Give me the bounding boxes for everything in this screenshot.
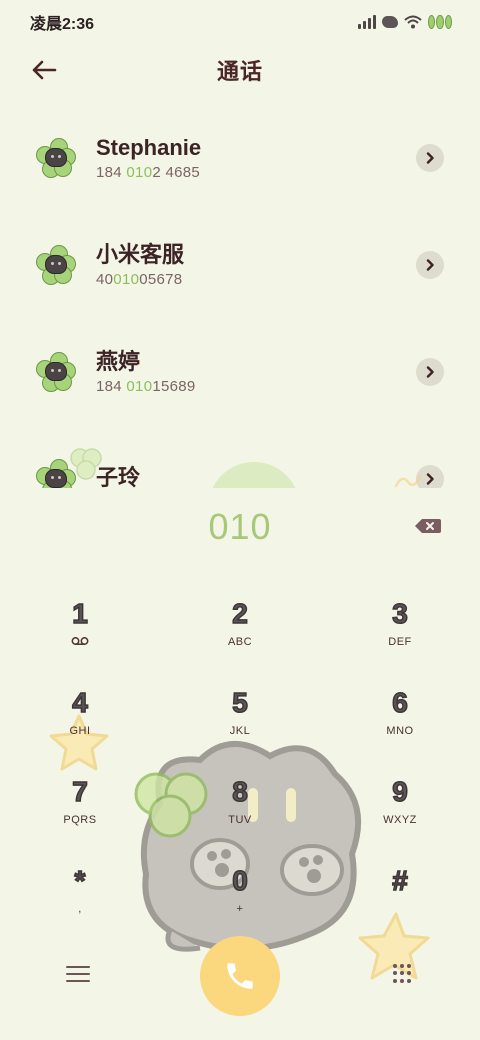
phone-icon: [227, 963, 253, 989]
number-match-highlight: 010: [126, 164, 153, 181]
number-match-highlight: 010: [113, 271, 140, 288]
contact-row[interactable]: 小米客服 4001005678: [0, 211, 480, 318]
voicemail-icon: [71, 637, 89, 645]
dial-panel: 010 1 2 ABC 3 DEF 4 GHI 5 JKL 6 MNO 7 PQ…: [0, 488, 480, 1040]
avatar: [36, 137, 76, 178]
signal-icon: [358, 15, 376, 29]
hamburger-icon: [66, 966, 90, 982]
key-0[interactable]: 0 +: [160, 857, 320, 946]
blob-icon: [382, 16, 398, 28]
chevron-right-icon: [426, 151, 434, 164]
key-hash[interactable]: #: [320, 857, 480, 946]
key-7[interactable]: 7 PQRS: [0, 768, 160, 857]
contact-row[interactable]: Stephanie 184 0102 4685: [0, 104, 480, 211]
backspace-button[interactable]: [414, 516, 442, 536]
key-star[interactable]: * ,: [0, 857, 160, 946]
key-3[interactable]: 3 DEF: [320, 590, 480, 679]
backspace-icon: [415, 519, 441, 533]
keypad: 1 2 ABC 3 DEF 4 GHI 5 JKL 6 MNO 7 PQRS 8…: [0, 590, 480, 946]
contact-info: Stephanie 184 0102 4685: [96, 134, 416, 181]
contact-name: Stephanie: [96, 135, 202, 160]
clover-battery-icon: [428, 15, 452, 29]
clover-decoration-icon: [70, 448, 102, 480]
contact-detail-button[interactable]: [416, 143, 444, 172]
contact-name: 燕婷: [96, 349, 141, 374]
chevron-right-icon: [426, 472, 434, 485]
contact-list[interactable]: Stephanie 184 0102 4685 小米客服 4001005678 …: [0, 104, 480, 488]
contact-name: 小米客服: [96, 242, 185, 267]
back-button[interactable]: [26, 54, 62, 86]
contact-number: 184 0102 4685: [96, 164, 201, 181]
avatar: [36, 244, 76, 285]
call-button[interactable]: [200, 936, 280, 1016]
key-1[interactable]: 1: [0, 590, 160, 679]
key-9[interactable]: 9 WXYZ: [320, 768, 480, 857]
number-match-highlight: 010: [126, 378, 153, 395]
dialed-number-display[interactable]: 010: [0, 506, 480, 550]
key-8[interactable]: 8 TUV: [160, 768, 320, 857]
header: 通话: [0, 44, 480, 96]
chevron-right-icon: [426, 365, 434, 378]
contact-info: 燕婷 184 01015689: [96, 348, 416, 395]
key-2[interactable]: 2 ABC: [160, 590, 320, 679]
avatar: [36, 351, 76, 392]
key-4[interactable]: 4 GHI: [0, 679, 160, 768]
status-icons: [358, 15, 452, 29]
contact-row[interactable]: 燕婷 184 01015689: [0, 318, 480, 425]
status-time: 凌晨2:36: [30, 16, 95, 33]
contact-number: 4001005678: [96, 271, 183, 288]
contact-detail-button[interactable]: [416, 250, 444, 279]
page-title: 通话: [216, 59, 263, 84]
contact-detail-button[interactable]: [416, 357, 444, 386]
contact-number: 184 01015689: [96, 378, 196, 395]
dialpad-toggle-button[interactable]: [392, 964, 412, 984]
bottom-bar: [0, 936, 480, 1032]
chevron-right-icon: [426, 258, 434, 271]
arrow-left-icon: [32, 60, 57, 80]
key-5[interactable]: 5 JKL: [160, 679, 320, 768]
key-6[interactable]: 6 MNO: [320, 679, 480, 768]
wifi-icon: [404, 15, 422, 29]
status-bar: 凌晨2:36: [0, 0, 480, 44]
contact-info: 小米客服 4001005678: [96, 241, 416, 288]
menu-button[interactable]: [66, 966, 90, 986]
